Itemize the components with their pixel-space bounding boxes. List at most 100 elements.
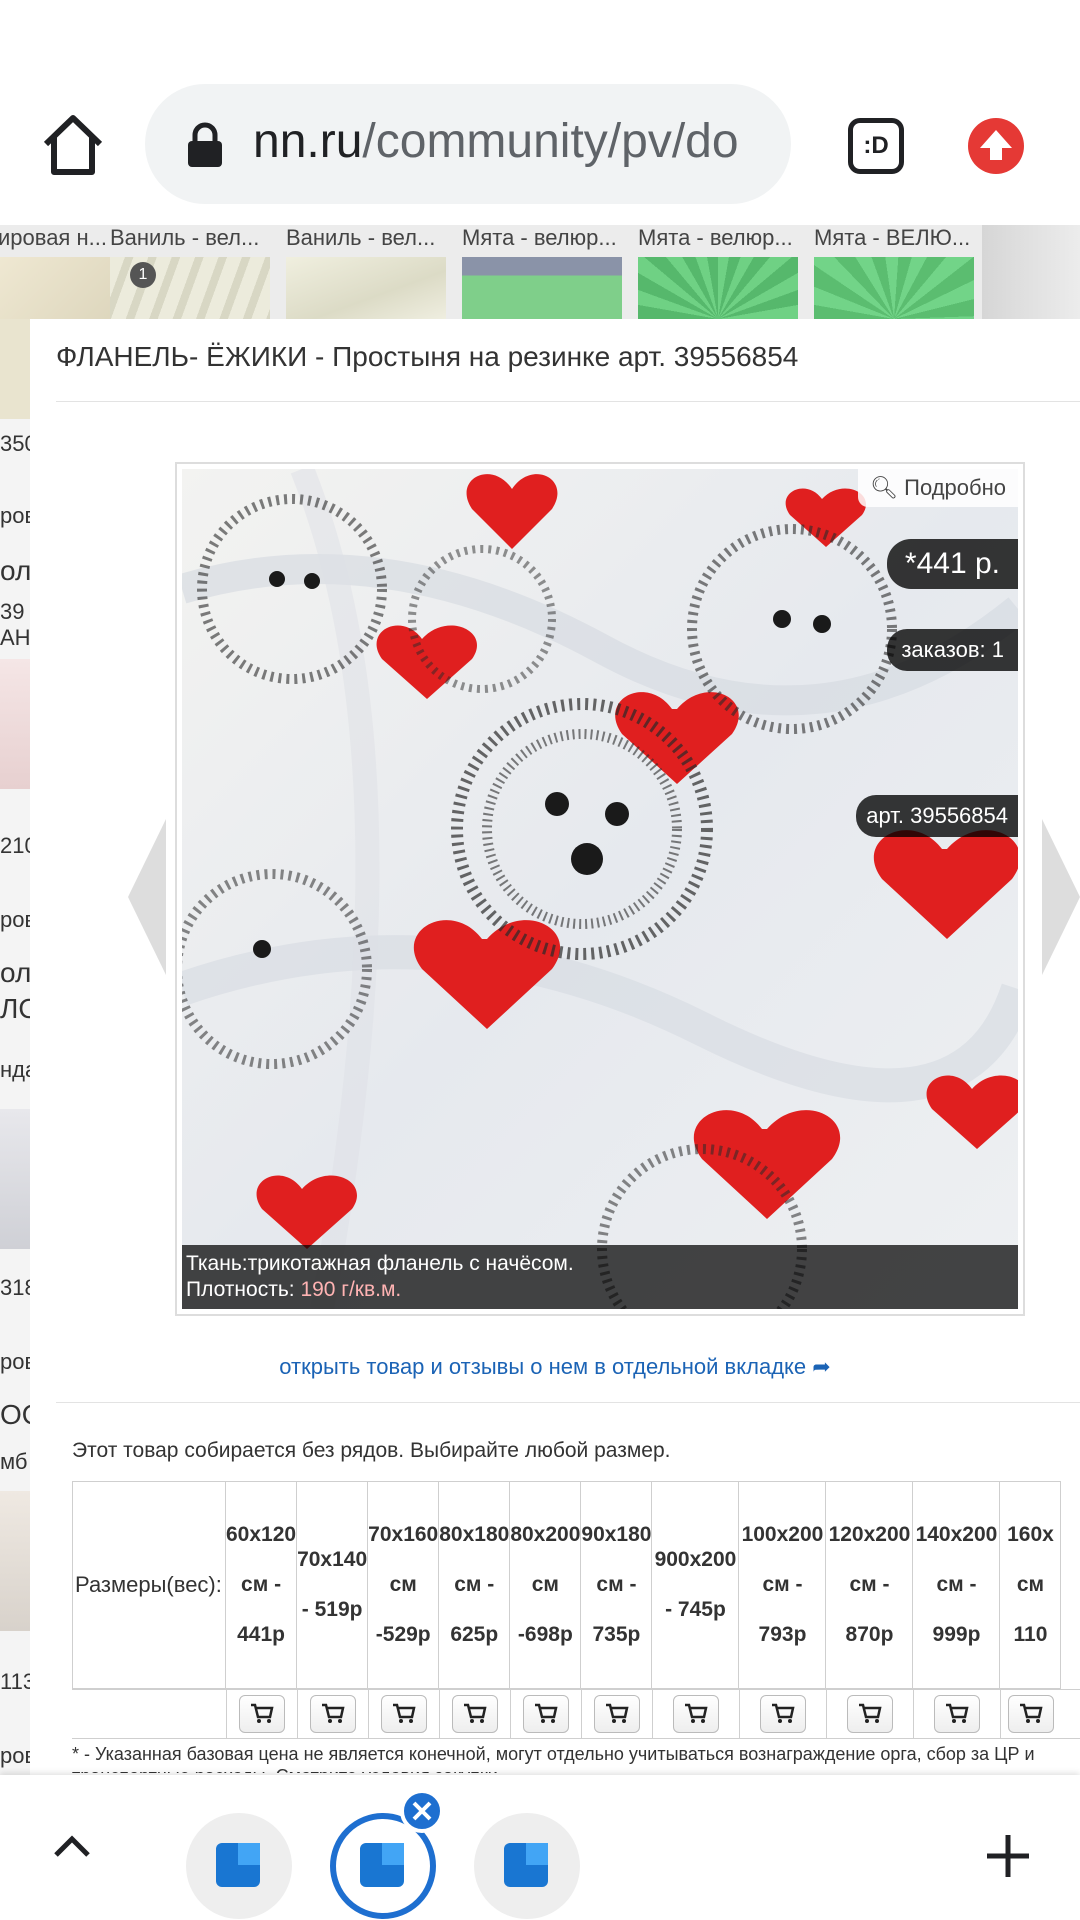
bg-text: ОО bbox=[0, 1399, 30, 1430]
cart-cell-divider bbox=[225, 1690, 227, 1738]
size-option: 70x140 - 519р bbox=[296, 1481, 369, 1689]
bg-text: нда bbox=[0, 1057, 30, 1082]
thumbnail-item[interactable]: Мята - ВЕЛЮ... bbox=[810, 225, 982, 319]
add-to-cart-button[interactable] bbox=[239, 1695, 286, 1733]
lock-icon bbox=[188, 122, 222, 167]
thumbnail-item[interactable]: Ваниль - вел... bbox=[282, 225, 454, 319]
cart-cell-divider bbox=[825, 1690, 827, 1738]
thumbnail-item[interactable]: Мята - велюр... bbox=[458, 225, 630, 319]
open-in-new-tab-link[interactable]: открыть товар и отзывы о нем в отдельной… bbox=[30, 1354, 1080, 1380]
bg-text: ров bbox=[0, 503, 30, 528]
size-option: 70x160 см -529р bbox=[367, 1481, 440, 1689]
app-tab-icon bbox=[360, 1843, 404, 1887]
reader-mode-button[interactable]: :D bbox=[848, 118, 904, 174]
add-to-cart-button[interactable] bbox=[594, 1695, 641, 1733]
add-to-cart-button[interactable] bbox=[381, 1695, 428, 1733]
order-note: Этот товар собирается без рядов. Выбирай… bbox=[72, 1439, 671, 1462]
add-to-cart-button[interactable] bbox=[934, 1695, 981, 1733]
url-path: /community/pv/do bbox=[362, 115, 739, 168]
cart-cell-divider bbox=[509, 1690, 511, 1738]
thumbnail-label: Мята - ВЕЛЮ... bbox=[814, 225, 971, 250]
hedgehog-fabric-image bbox=[182, 469, 1018, 1309]
bg-text: 318 bbox=[0, 1275, 30, 1300]
thumbnail-image bbox=[286, 257, 446, 319]
cart-cell-divider bbox=[651, 1690, 653, 1738]
bg-text: 113 bbox=[0, 1669, 30, 1694]
density-value: 190 г/кв.м. bbox=[300, 1278, 402, 1301]
background-image bbox=[0, 1109, 30, 1249]
cart-cell-divider bbox=[438, 1690, 440, 1738]
density-label: Плотность: bbox=[186, 1278, 301, 1301]
add-to-cart-button[interactable] bbox=[760, 1695, 807, 1733]
new-tab-plus-icon[interactable] bbox=[985, 1833, 1031, 1879]
url-domain: nn.ru bbox=[253, 115, 363, 168]
browser-bottom-bar bbox=[0, 1775, 1080, 1920]
caption-line-2: Плотность: 190 г/кв.м. bbox=[186, 1277, 1014, 1303]
thumbnail-label: Ваниль - вел... bbox=[286, 225, 436, 250]
cart-icon bbox=[251, 1703, 274, 1723]
cart-icon bbox=[772, 1703, 796, 1723]
cart-cell-divider bbox=[296, 1690, 298, 1738]
thumbnail-strip: ировая н... Ваниль - вел... Ваниль - вел… bbox=[0, 225, 1080, 319]
address-bar[interactable]: nn.ru/community/pv/do bbox=[145, 84, 791, 204]
bg-text: олл bbox=[0, 957, 30, 988]
bg-text: ров bbox=[0, 1743, 30, 1768]
background-image bbox=[0, 319, 30, 419]
share-arrow-icon: ➦ bbox=[812, 1354, 831, 1379]
update-button[interactable] bbox=[968, 118, 1024, 174]
cart-icon bbox=[322, 1703, 345, 1723]
tab-thumbnail[interactable] bbox=[186, 1813, 292, 1919]
tab-thumbnail[interactable] bbox=[474, 1813, 580, 1919]
bg-text: ЛО bbox=[0, 993, 30, 1024]
home-icon[interactable] bbox=[38, 110, 108, 180]
cart-icon bbox=[685, 1703, 709, 1723]
photo-caption: Ткань:трикотажная фланель с начёсом. Пло… bbox=[182, 1245, 1018, 1309]
thumbnail-image bbox=[638, 257, 798, 319]
size-option: 60x120 см - 441р bbox=[224, 1481, 298, 1689]
add-to-cart-button[interactable] bbox=[847, 1695, 894, 1733]
zoom-label-text: Подробно bbox=[904, 475, 1006, 500]
open-link-text: открыть товар и отзывы о нем в отдельной… bbox=[279, 1354, 807, 1379]
bg-text: 210 bbox=[0, 833, 30, 858]
product-photo[interactable]: 🔍︎ Подробно *441 р. заказов: 1 арт. 3955… bbox=[182, 469, 1018, 1309]
zoom-link[interactable]: 🔍︎ Подробно bbox=[858, 469, 1018, 507]
thumbnail-badge: 1 bbox=[130, 262, 156, 288]
cart-icon bbox=[859, 1703, 883, 1723]
app-tab-icon bbox=[216, 1843, 260, 1887]
price-footnote: * - Указанная базовая цена не является к… bbox=[72, 1744, 1035, 1773]
add-to-cart-button[interactable] bbox=[673, 1695, 720, 1733]
size-option: 100x200 см - 793р bbox=[738, 1481, 827, 1689]
cart-cell-divider bbox=[912, 1690, 914, 1738]
add-to-cart-button[interactable] bbox=[310, 1695, 357, 1733]
bg-text: ров bbox=[0, 907, 30, 932]
next-arrow-icon[interactable] bbox=[1042, 819, 1080, 975]
add-to-cart-button[interactable] bbox=[523, 1695, 570, 1733]
background-image bbox=[0, 1491, 30, 1631]
bg-text: 39 bbox=[0, 599, 25, 624]
thumbnail-item[interactable]: Мята - велюр... bbox=[634, 225, 806, 319]
close-tab-button[interactable] bbox=[400, 1789, 444, 1833]
add-to-cart-button[interactable] bbox=[1008, 1695, 1055, 1733]
cart-icon bbox=[464, 1703, 487, 1723]
thumbnail-label: Мята - велюр... bbox=[638, 225, 793, 250]
divider bbox=[56, 1402, 1080, 1403]
size-option: 900x200 - 745р bbox=[651, 1481, 740, 1689]
size-option: 90x180 см - 735р bbox=[580, 1481, 653, 1689]
thumbnail-image bbox=[462, 257, 622, 319]
strip-scroll-arrow[interactable] bbox=[982, 225, 1080, 319]
app-tab-icon bbox=[504, 1843, 548, 1887]
chevron-up-icon[interactable] bbox=[52, 1831, 92, 1861]
cart-icon bbox=[535, 1703, 558, 1723]
search-icon: 🔍︎ bbox=[870, 475, 899, 500]
product-modal: ФЛАНЕЛЬ- ЁЖИКИ - Простыня на резинке арт… bbox=[30, 319, 1080, 1774]
prev-arrow-icon[interactable] bbox=[128, 819, 166, 975]
cart-cell-divider bbox=[580, 1690, 582, 1738]
product-title: ФЛАНЕЛЬ- ЁЖИКИ - Простыня на резинке арт… bbox=[56, 341, 799, 372]
close-icon bbox=[412, 1801, 432, 1821]
cart-icon bbox=[606, 1703, 629, 1723]
size-option: 160x см 110 bbox=[999, 1481, 1062, 1689]
cart-row bbox=[72, 1689, 1080, 1739]
bg-text: олл bbox=[0, 555, 30, 586]
add-to-cart-button[interactable] bbox=[452, 1695, 499, 1733]
bg-text: ров bbox=[0, 1349, 30, 1374]
